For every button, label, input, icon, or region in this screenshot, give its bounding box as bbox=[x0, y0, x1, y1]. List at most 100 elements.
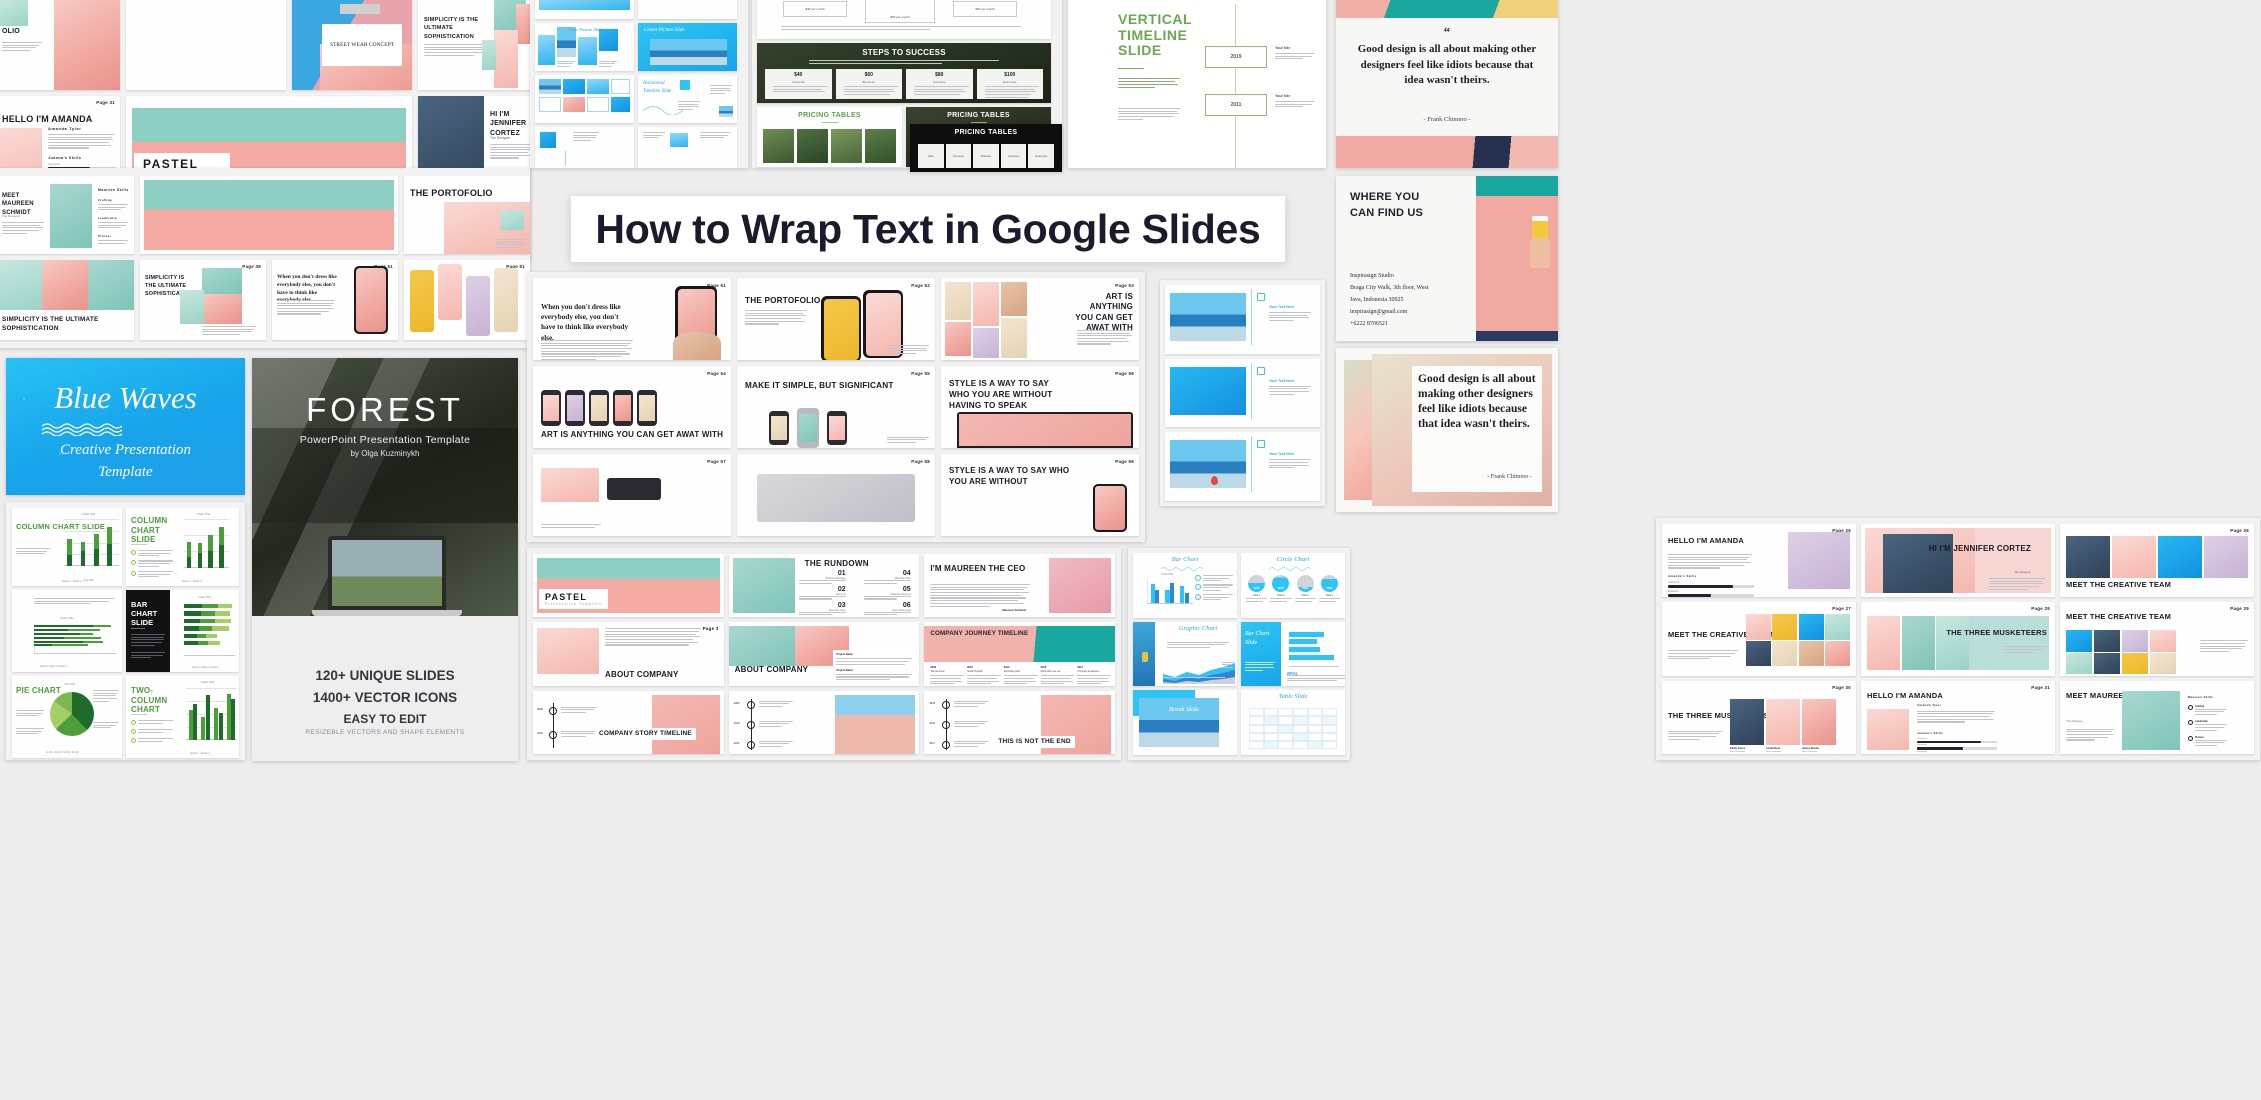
slide-thumbnail[interactable] bbox=[535, 127, 634, 168]
slide-thumbnail-page-58[interactable]: Page 58 bbox=[737, 454, 935, 536]
slide-thumbnail[interactable]: Horizontal Timeline Slide bbox=[638, 75, 737, 123]
forest-feature-2: 1400+ VECTOR ICONS bbox=[312, 690, 458, 705]
slide-thumbnail[interactable]: Your Text Here bbox=[1165, 432, 1320, 501]
slide-thumbnail[interactable] bbox=[140, 176, 398, 254]
slide-thumbnail-two-column-chart[interactable]: TWO-COLUMN CHART Chart Title Series 1 Se… bbox=[126, 676, 239, 758]
result-card-blue-waves[interactable]: Blue Waves Creative Presentation Templat… bbox=[6, 358, 245, 495]
timeline-year-1: 2019 bbox=[1205, 46, 1267, 68]
forest-feature-3: EASY TO EDIT bbox=[343, 712, 427, 726]
result-card-pricing-tables-strip[interactable]: PRICING TABLES Start Personal Business C… bbox=[910, 124, 1062, 172]
forest-byline: by Olga Kuzminykh bbox=[350, 449, 420, 458]
result-card-blue-charts[interactable]: Bar Chart Chart Title Circle Chart 52% D… bbox=[1128, 548, 1350, 760]
slide-thumbnail-circle-chart[interactable]: Circle Chart 52% Data 1 85% Data 2 29% Data… bbox=[1241, 553, 1345, 618]
slide-thumbnail[interactable] bbox=[535, 0, 634, 19]
slide-thumbnail-steps-to-success[interactable]: STEPS TO SUCCESS $40 Personal $60 Busine… bbox=[757, 43, 1051, 103]
slide-thumbnail[interactable]: SIMPLICITY IS THE ULTIMATE SOPHISTICATIO… bbox=[418, 0, 530, 90]
slide-thumbnail-maureen[interactable]: MEET MAUREEN SCHMIDT The Designer Mauree… bbox=[2060, 680, 2254, 754]
slide-thumbnail-end[interactable]: Page 9 2013 2014 2017 THIS IS NOT THE EN… bbox=[924, 690, 1115, 754]
wave-icon bbox=[41, 423, 123, 436]
slide-thumbnail[interactable]: Page 48 SIMPLICITY IS THE ULTIMATE SOPHI… bbox=[0, 260, 134, 340]
slide-thumbnail-break-slide[interactable]: Break Slide bbox=[1133, 690, 1237, 755]
slide-thumbnail-pastel-cover[interactable]: PASTEL Presentation Template bbox=[533, 554, 724, 618]
result-card-phone-pack[interactable]: Page 51 When you don't dress like everyb… bbox=[527, 272, 1145, 542]
slide-thumbnail-page-30[interactable]: Page 30 THE THREE MUSKETEERS Emily Jones… bbox=[1662, 680, 1856, 754]
slide-thumbnail-journey[interactable]: Page 5 COMPANY JOURNEY TIMELINE 2009Star… bbox=[924, 622, 1115, 686]
slide-thumbnail-page-29[interactable]: Page 29 MEET THE CREATIVE TEAM bbox=[2060, 602, 2254, 676]
slide-thumbnail[interactable] bbox=[638, 0, 737, 19]
slide-thumbnail-about-1[interactable]: Page 3 ABOUT COMPANY bbox=[533, 622, 724, 686]
result-card-team-pack[interactable]: Page 25 HELLO I'M AMANDA Amanda's Skills… bbox=[1656, 518, 2260, 760]
quote-author: - Frank Chimero - bbox=[1423, 116, 1471, 123]
forest-footnote: RESIZEBLE VECTORS AND SHAPE ELEMENTS bbox=[305, 729, 465, 736]
slide-thumbnail[interactable] bbox=[126, 0, 286, 90]
slide-thumbnail-graphic-chart[interactable]: Graphic Chart bbox=[1133, 621, 1237, 687]
slide-thumbnail-rundown[interactable]: THE RUNDOWN 01 Welcome Message 04 What We … bbox=[728, 554, 920, 618]
slide-thumbnail-table-slide[interactable]: Table Slide bbox=[1241, 690, 1345, 755]
slide-thumbnail-column-chart[interactable]: COLUMN CHART SLIDE Chart Title Axis Titl… bbox=[12, 508, 122, 586]
vertical-timeline-title: VERTICAL TIMELINE SLIDE bbox=[1118, 11, 1192, 59]
slide-thumbnail[interactable]: Your Text Here bbox=[1165, 358, 1320, 428]
slide-thumbnail-page-55[interactable]: Page 55 MAKE IT SIMPLE, BUT SIGNIFICANT bbox=[737, 366, 935, 448]
slide-thumbnail-bar-chart[interactable]: Bar Chart Chart Title bbox=[1133, 553, 1237, 618]
slide-thumbnail-page-56[interactable]: Page 56 STYLE IS A WAY TO SAY WHO YOU AR… bbox=[941, 366, 1139, 448]
slide-thumbnail-bar-chart-left[interactable]: Chart Title Series 1 Series 2 Series 3 bbox=[12, 590, 122, 672]
slide-thumbnail[interactable]: MEET MAUREEN SCHMIDT The Designer Mauree… bbox=[0, 176, 134, 254]
slide-thumbnail[interactable]: Page 51 When you don't dress like everyb… bbox=[272, 260, 398, 340]
slide-thumbnail-jennifer[interactable]: HI I'M JENNIFER CORTEZ The Designer bbox=[1861, 524, 2055, 598]
slide-thumbnail-bar-chart-right[interactable]: BAR CHART SLIDE Chart Title Series 1 Ser… bbox=[126, 590, 239, 672]
slide-thumbnail-column-chart-2[interactable]: COLUMN CHART SLIDE Chart Title Series 1 … bbox=[126, 508, 239, 586]
result-card-green-charts[interactable]: COLUMN CHART SLIDE Chart Title Axis Titl… bbox=[6, 502, 245, 760]
slide-thumbnail-page-53[interactable]: Page 53 ART IS ANYTHING YOU CAN GET AWAT… bbox=[941, 278, 1139, 360]
slide-thumbnail[interactable]: STREET WEAR CONCEPT bbox=[292, 0, 412, 90]
slide-thumbnail-ceo[interactable]: I'M MAUREEN THE CEO Maureen Schmidt bbox=[924, 554, 1115, 618]
page-title-banner: How to Wrap Text in Google Slides bbox=[571, 196, 1285, 262]
slide-thumbnail-page-31[interactable]: Page 31 HELLO I'M AMANDA Amanda Tyler Jo… bbox=[1861, 680, 2055, 754]
result-card-quote-top[interactable]: “ Good design is all about making other … bbox=[1336, 0, 1558, 168]
slide-thumbnail[interactable]: Your Text Here bbox=[1165, 285, 1320, 354]
result-card-blue-pack-top[interactable]: Four Picture Slide Center Picture Slide … bbox=[530, 0, 748, 168]
slide-thumbnail[interactable]: $40 per month $50 per month $60 per mont… bbox=[757, 0, 1051, 39]
contact-details: Inspirasign Studio Braga City Walk, 3th … bbox=[1350, 270, 1428, 330]
result-card-forest[interactable]: FOREST PowerPoint Presentation Template … bbox=[252, 358, 518, 761]
page-title: How to Wrap Text in Google Slides bbox=[595, 205, 1261, 252]
forest-subtitle: PowerPoint Presentation Template bbox=[299, 434, 471, 446]
slide-thumbnail[interactable]: Center Picture Slide bbox=[638, 23, 737, 71]
timeline-year-2: 2011 bbox=[1205, 94, 1267, 116]
slide-thumbnail[interactable]: THE PORTOFOLIO bbox=[404, 176, 530, 254]
slide-thumbnail-page-51[interactable]: Page 51 When you don't dress like everyb… bbox=[533, 278, 731, 360]
result-card-company-pack[interactable]: PASTEL Presentation Template THE RUNDOWN… bbox=[527, 548, 1121, 760]
forest-title: FOREST bbox=[306, 391, 464, 428]
slide-thumbnail-page-52[interactable]: Page 52 THE PORTOFOLIO bbox=[737, 278, 935, 360]
contact-line: Braga City Walk, 3th floor, West bbox=[1350, 285, 1429, 291]
slide-thumbnail-story-2[interactable]: Page 8 2009 2010 2012 bbox=[728, 690, 920, 754]
slide-thumbnail[interactable]: OLIO bbox=[0, 0, 120, 90]
result-card-blue-timeline-pack[interactable]: Your Text Here Your Text Here Your Text … bbox=[1160, 280, 1325, 506]
slide-thumbnail-page-59[interactable]: Page 59 STYLE IS A WAY TO SAY WHO YOU AR… bbox=[941, 454, 1139, 536]
slide-thumbnail-story[interactable]: Page 7 2009 2010 COMPANY STORY TIMELINE bbox=[533, 690, 724, 754]
result-card-pastel-pack-mid[interactable]: MEET MAUREEN SCHMIDT The Designer Mauree… bbox=[0, 168, 530, 348]
contact-line: +6222 8706521 bbox=[1350, 321, 1388, 327]
slide-thumbnail-pricing-tables[interactable]: PRICING TABLES bbox=[757, 107, 902, 167]
result-card-quote-flamingo[interactable]: Good design is all about making other de… bbox=[1336, 348, 1558, 512]
slide-thumbnail[interactable]: Four Picture Slide bbox=[535, 23, 634, 71]
slide-thumbnail[interactable] bbox=[638, 127, 737, 168]
slide-thumbnail[interactable]: Your Title bbox=[535, 75, 634, 123]
result-card-contact[interactable]: WHERE YOU CAN FIND US Inspirasign Studio… bbox=[1336, 176, 1558, 341]
slide-thumbnail-page-28[interactable]: Page 28 THE THREE MUSKETEERS bbox=[1861, 602, 2055, 676]
blue-waves-title: Blue Waves bbox=[54, 380, 197, 415]
slide-thumbnail-page-25[interactable]: Page 25 HELLO I'M AMANDA Amanda's Skills… bbox=[1662, 524, 1856, 598]
slide-thumbnail-page-26[interactable]: Page 26 MEET THE CREATIVE TEAM bbox=[2060, 524, 2254, 598]
slide-thumbnail-bar-chart-slide[interactable]: Bar Chart Slide 85% bbox=[1241, 621, 1345, 687]
result-card-vertical-timeline[interactable]: VERTICAL TIMELINE SLIDE 2019 2011 Your t… bbox=[1068, 0, 1326, 168]
contact-line: inspirasign@gmail.com bbox=[1350, 309, 1408, 315]
image-results-grid: OLIO STREET WEAR CONCEPT SIMPLICITY IS T… bbox=[0, 0, 2261, 1100]
slide-thumbnail-page-57[interactable]: Page 57 bbox=[533, 454, 731, 536]
slide-thumbnail-page-54[interactable]: Page 54 ART IS ANYTHING YOU CAN GET AWAT… bbox=[533, 366, 731, 448]
slide-thumbnail[interactable]: Page 51 bbox=[404, 260, 530, 340]
slide-thumbnail[interactable]: Page 49 SIMPLICITY IS THE ULTIMATE SOPHI… bbox=[140, 260, 266, 340]
contact-line: Inspirasign Studio bbox=[1350, 273, 1394, 279]
slide-thumbnail-pie-chart[interactable]: PIE CHART Pie Title 1st Qtr 2nd Qtr 3rd … bbox=[12, 676, 122, 758]
slide-thumbnail-page-27[interactable]: Page 27 MEET THE CREATIVE TEAM bbox=[1662, 602, 1856, 676]
slide-thumbnail-about-2[interactable]: ABOUT COMPANY Project Name Project Name bbox=[728, 622, 920, 686]
blue-waves-line2: Creative Presentation bbox=[60, 442, 191, 458]
